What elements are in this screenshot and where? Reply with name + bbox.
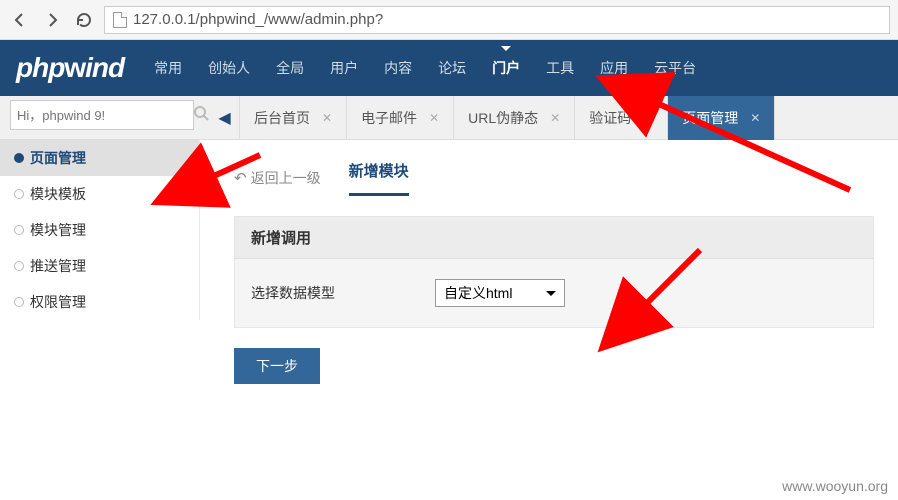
url-bar[interactable]: 127.0.0.1/phpwind_/www/admin.php?: [104, 6, 890, 34]
panel-header: 新增调用: [235, 217, 873, 259]
topnav-item-5[interactable]: 论坛: [428, 40, 476, 96]
data-model-select[interactable]: 自定义html: [435, 279, 565, 307]
tab-1[interactable]: 电子邮件✕: [347, 96, 454, 140]
tab-3[interactable]: 验证码✕: [575, 96, 668, 140]
tab-2[interactable]: URL伪静态✕: [454, 96, 575, 140]
watermark: www.wooyun.org: [782, 478, 888, 494]
close-icon[interactable]: ✕: [429, 111, 439, 125]
field-label: 选择数据模型: [251, 283, 335, 303]
page-title: 新增模块: [349, 160, 409, 196]
sidebar-item-2[interactable]: 模块管理: [0, 212, 199, 248]
sidebar-item-0[interactable]: 页面管理: [0, 140, 199, 176]
search-input[interactable]: [17, 108, 193, 123]
topnav-item-9[interactable]: 云平台: [644, 40, 706, 96]
page-icon: [113, 12, 127, 28]
sidebar: 页面管理 模块模板 模块管理 推送管理 权限管理: [0, 140, 200, 320]
search-icon[interactable]: [193, 105, 209, 126]
next-button[interactable]: 下一步: [234, 348, 320, 384]
topnav-item-6[interactable]: 门户: [482, 40, 530, 96]
close-icon[interactable]: ✕: [750, 111, 760, 125]
close-icon[interactable]: ✕: [643, 111, 653, 125]
close-icon[interactable]: ✕: [550, 111, 560, 125]
breadcrumb: ↶返回上一级 新增模块: [234, 160, 874, 196]
tab-scroll-left-icon[interactable]: ◀: [210, 96, 240, 140]
topnav-item-2[interactable]: 全局: [266, 40, 314, 96]
topnav-item-0[interactable]: 常用: [144, 40, 192, 96]
close-icon[interactable]: ✕: [322, 111, 332, 125]
back-icon[interactable]: [8, 8, 32, 32]
sidebar-item-4[interactable]: 权限管理: [0, 284, 199, 320]
search-box[interactable]: [10, 100, 194, 130]
sidebar-item-3[interactable]: 推送管理: [0, 248, 199, 284]
form-panel: 新增调用 选择数据模型 自定义html: [234, 216, 874, 328]
browser-toolbar: 127.0.0.1/phpwind_/www/admin.php?: [0, 0, 898, 40]
reload-icon[interactable]: [72, 8, 96, 32]
main-content: ↶返回上一级 新增模块 新增调用 选择数据模型 自定义html 下一步: [210, 140, 898, 500]
sidebar-item-1[interactable]: 模块模板: [0, 176, 199, 212]
chevron-down-icon: [546, 291, 556, 301]
topnav-item-1[interactable]: 创始人: [198, 40, 260, 96]
tab-4[interactable]: 页面管理✕: [668, 96, 775, 140]
topnav-item-7[interactable]: 工具: [536, 40, 584, 96]
undo-icon: ↶: [234, 169, 247, 187]
topnav-item-8[interactable]: 应用: [590, 40, 638, 96]
tab-0[interactable]: 后台首页✕: [240, 96, 347, 140]
select-value: 自定义html: [444, 283, 512, 303]
logo: phpwind: [16, 52, 124, 84]
forward-icon[interactable]: [40, 8, 64, 32]
topnav-item-4[interactable]: 内容: [374, 40, 422, 96]
topnav-item-3[interactable]: 用户: [320, 40, 368, 96]
panel-body: 选择数据模型 自定义html: [235, 259, 873, 327]
back-link[interactable]: ↶返回上一级: [234, 168, 321, 188]
top-nav: phpwind 常用 创始人 全局 用户 内容 论坛 门户 工具 应用 云平台: [0, 40, 898, 96]
url-text: 127.0.0.1/phpwind_/www/admin.php?: [133, 11, 383, 28]
